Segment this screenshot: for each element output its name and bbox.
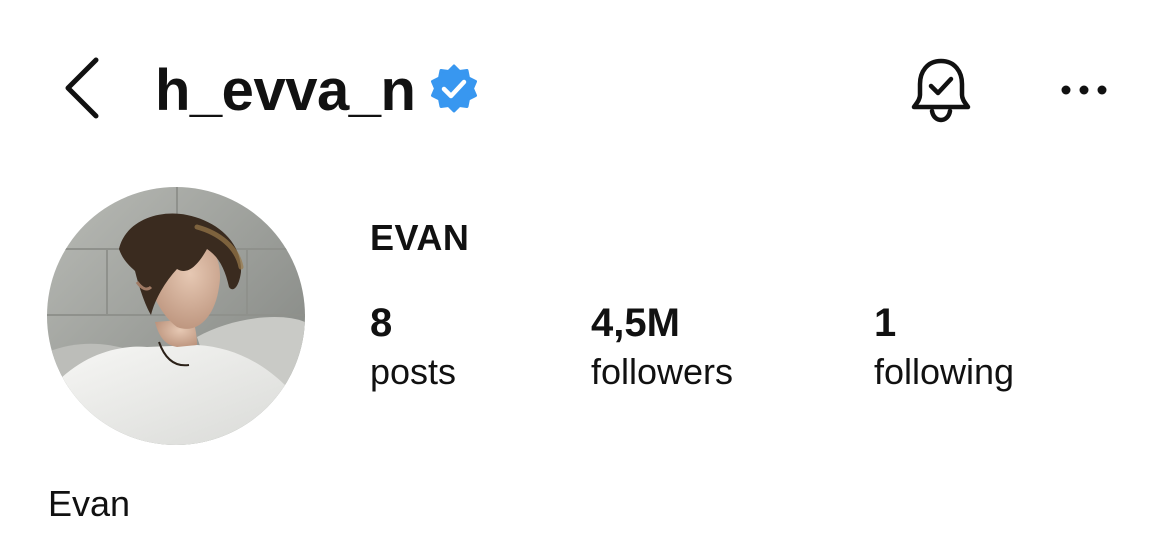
chevron-left-icon bbox=[65, 57, 99, 119]
followers-count[interactable]: 4,5M followers bbox=[591, 300, 733, 394]
back-button[interactable] bbox=[52, 50, 116, 126]
followers-count-value: 4,5M bbox=[591, 301, 680, 345]
more-options-button[interactable] bbox=[1052, 70, 1116, 110]
posts-count[interactable]: 8 posts bbox=[370, 300, 456, 394]
ellipsis-horizontal-icon bbox=[1061, 85, 1107, 95]
followers-count-label: followers bbox=[591, 351, 734, 392]
avatar[interactable] bbox=[47, 187, 305, 445]
bio-name: Evan bbox=[48, 483, 131, 524]
following-count-label: following bbox=[874, 351, 1015, 392]
profile-header: h_evva_n bbox=[0, 0, 1169, 180]
bell-check-icon bbox=[911, 58, 971, 123]
notifications-button[interactable] bbox=[905, 55, 977, 127]
profile-username: h_evva_n bbox=[155, 58, 416, 123]
profile-photo bbox=[47, 187, 305, 445]
following-count-value: 1 bbox=[874, 301, 897, 345]
posts-count-label: posts bbox=[370, 351, 457, 392]
profile-display-name: EVAN bbox=[370, 217, 470, 258]
following-count[interactable]: 1 following bbox=[874, 300, 1014, 394]
verified-badge-icon bbox=[431, 64, 477, 113]
posts-count-value: 8 bbox=[370, 301, 393, 345]
